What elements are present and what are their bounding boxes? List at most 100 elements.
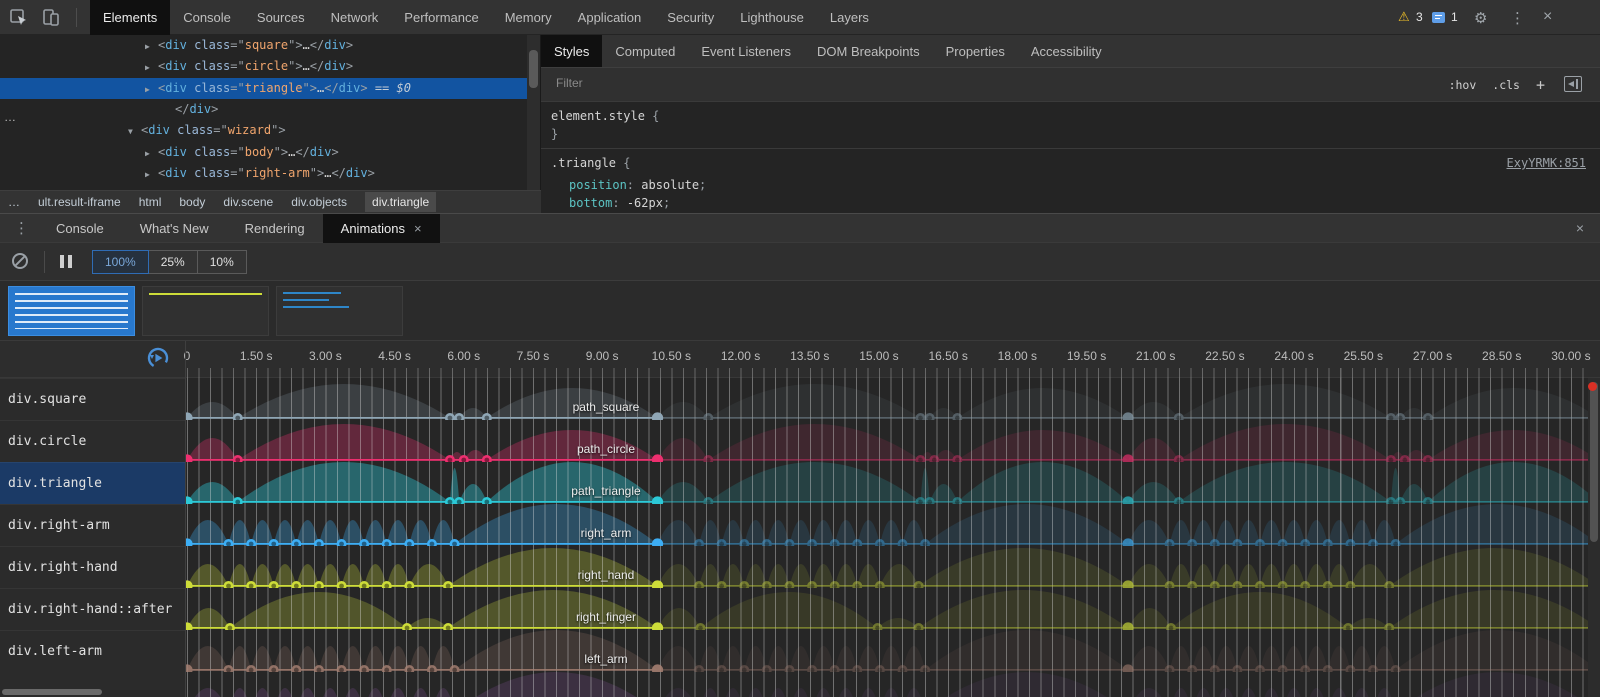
replay-button[interactable] bbox=[146, 346, 170, 370]
dom-tree-row[interactable]: </div> bbox=[0, 99, 527, 120]
rate-100-percent[interactable]: 100% bbox=[92, 250, 149, 274]
keyframe-row[interactable] bbox=[186, 588, 1588, 630]
ruler-tick-label: 3.00 s bbox=[309, 349, 342, 363]
animation-group-preview[interactable] bbox=[8, 286, 135, 336]
timeline-vertical-scrollbar[interactable] bbox=[1588, 378, 1600, 697]
animation-node-div-right-hand[interactable]: div.right-hand bbox=[0, 546, 185, 588]
animation-node-div-square[interactable]: div.square bbox=[0, 378, 185, 420]
keyframe-row[interactable] bbox=[186, 546, 1588, 588]
breadcrumb-item[interactable]: ult.result-iframe bbox=[38, 195, 121, 209]
breadcrumb-item[interactable]: … bbox=[8, 195, 20, 209]
sidebar-collapse-icon[interactable] bbox=[1564, 76, 1582, 92]
close-devtools-icon[interactable]: × bbox=[1543, 8, 1552, 26]
expand-arrow-icon[interactable]: ▶ bbox=[145, 79, 158, 100]
drawer-tab-rendering[interactable]: Rendering bbox=[227, 214, 323, 243]
tab-accessibility[interactable]: Accessibility bbox=[1018, 35, 1115, 67]
dom-overflow-dots[interactable]: … bbox=[4, 110, 17, 124]
breadcrumb-item[interactable]: div.objects bbox=[291, 195, 347, 209]
hov-toggle[interactable]: :hov bbox=[1449, 78, 1477, 92]
tab-security[interactable]: Security bbox=[654, 0, 727, 35]
elements-scrollbar[interactable] bbox=[527, 35, 541, 190]
tab-layers[interactable]: Layers bbox=[817, 0, 882, 35]
css-code-line[interactable]: bottom: -62px; bbox=[541, 194, 1600, 212]
breadcrumb-item[interactable]: body bbox=[179, 195, 205, 209]
drawer-tab-what-s-new[interactable]: What's New bbox=[122, 214, 227, 243]
styles-filter-input[interactable]: Filter bbox=[556, 76, 583, 90]
tab-properties[interactable]: Properties bbox=[933, 35, 1018, 67]
dom-tree-row[interactable]: ▼<div class="wizard"> bbox=[0, 120, 527, 141]
tab-elements[interactable]: Elements bbox=[90, 0, 170, 35]
tab-console[interactable]: Console bbox=[170, 0, 244, 35]
keyframe-row[interactable] bbox=[186, 378, 1588, 420]
tab-styles[interactable]: Styles bbox=[541, 35, 602, 67]
expand-arrow-icon[interactable]: ▶ bbox=[145, 57, 158, 78]
rate-10-percent[interactable]: 10% bbox=[197, 250, 247, 274]
stylesheet-source-link[interactable]: ExyYRMK:851 bbox=[1507, 154, 1586, 172]
warning-count[interactable]: 3 bbox=[1416, 10, 1423, 24]
settings-gear-icon[interactable]: ⚙ bbox=[1474, 9, 1487, 27]
css-code-line[interactable]: position: absolute; bbox=[541, 176, 1600, 194]
dom-tree-row[interactable]: ▶<div class="circle">…</div> bbox=[0, 56, 527, 77]
dom-token: "> bbox=[310, 166, 324, 180]
drawer-tab-animations[interactable]: Animations× bbox=[323, 214, 440, 243]
keyframe-row[interactable] bbox=[186, 630, 1588, 672]
expand-arrow-icon[interactable]: ▶ bbox=[145, 143, 158, 164]
new-style-rule-button[interactable]: + bbox=[1536, 76, 1545, 94]
dom-tree-row[interactable]: ▶<div class="right-arm">…</div> bbox=[0, 163, 527, 184]
tab-memory[interactable]: Memory bbox=[492, 0, 565, 35]
animation-node-div-right-hand--after[interactable]: div.right-hand::after bbox=[0, 588, 185, 630]
keyframe-row[interactable] bbox=[186, 462, 1588, 504]
css-code-line[interactable]: } bbox=[541, 125, 1600, 143]
breadcrumb-item[interactable]: html bbox=[139, 195, 162, 209]
timeline-horizontal-scrollbar[interactable] bbox=[2, 689, 102, 695]
dom-tree-row[interactable]: ▶<div class="triangle">…</div> == $0 bbox=[0, 78, 527, 99]
dom-tree-row[interactable]: ▶<div class="square">…</div> bbox=[0, 35, 527, 56]
animation-node-div-left-arm[interactable]: div.left-arm bbox=[0, 630, 185, 672]
animation-node-div-right-arm[interactable]: div.right-arm bbox=[0, 504, 185, 546]
dom-tree-row[interactable]: ▶<div class="body">…</div> bbox=[0, 142, 527, 163]
message-icon[interactable] bbox=[1432, 12, 1445, 23]
clear-all-icon[interactable] bbox=[12, 253, 28, 269]
expand-arrow-icon[interactable]: ▼ bbox=[128, 121, 141, 142]
css-code-line[interactable]: .triangle {ExyYRMK:851 bbox=[541, 148, 1600, 176]
tab-dom-breakpoints[interactable]: DOM Breakpoints bbox=[804, 35, 933, 67]
keyframe-row[interactable] bbox=[186, 672, 1588, 697]
pause-all-icon[interactable] bbox=[60, 255, 72, 268]
animation-node-div-triangle[interactable]: div.triangle bbox=[0, 462, 185, 504]
warning-icon[interactable]: ⚠ bbox=[1398, 9, 1410, 25]
rate-25-percent[interactable]: 25% bbox=[148, 250, 198, 274]
tab-network[interactable]: Network bbox=[318, 0, 392, 35]
tab-lighthouse[interactable]: Lighthouse bbox=[727, 0, 817, 35]
cls-toggle[interactable]: .cls bbox=[1492, 78, 1520, 92]
tab-close-icon[interactable]: × bbox=[414, 214, 422, 243]
breadcrumb-item[interactable]: div.scene bbox=[223, 195, 273, 209]
elements-scrollbar-thumb[interactable] bbox=[529, 50, 538, 88]
keyframe-row[interactable] bbox=[186, 420, 1588, 462]
keyframe-row[interactable] bbox=[186, 504, 1588, 546]
inspect-icon[interactable] bbox=[10, 9, 28, 27]
css-code-line[interactable]: element.style { bbox=[541, 107, 1600, 125]
expand-arrow-icon[interactable]: ▶ bbox=[145, 36, 158, 57]
animation-group-preview[interactable] bbox=[142, 286, 269, 336]
tab-application[interactable]: Application bbox=[565, 0, 655, 35]
ruler-tick-label: 22.50 s bbox=[1205, 349, 1244, 363]
tab-event-listeners[interactable]: Event Listeners bbox=[688, 35, 804, 67]
scrollbar-thumb[interactable] bbox=[1590, 382, 1598, 542]
message-count[interactable]: 1 bbox=[1451, 10, 1458, 24]
sidebar-divider bbox=[185, 378, 186, 697]
tab-sources[interactable]: Sources bbox=[244, 0, 318, 35]
drawer-kebab-icon[interactable]: ⋮ bbox=[14, 219, 29, 237]
expand-arrow-icon[interactable]: ▶ bbox=[145, 164, 158, 185]
dom-token: </ bbox=[310, 38, 324, 52]
device-toolbar-icon[interactable] bbox=[42, 8, 60, 27]
kebab-menu-icon[interactable]: ⋮ bbox=[1510, 9, 1525, 27]
breadcrumb-item[interactable]: div.triangle bbox=[365, 192, 436, 212]
drawer-tab-console[interactable]: Console bbox=[38, 214, 122, 243]
preview-line bbox=[283, 299, 329, 301]
animation-group-preview[interactable] bbox=[276, 286, 403, 336]
tab-performance[interactable]: Performance bbox=[391, 0, 491, 35]
css-token: { bbox=[645, 109, 659, 123]
tab-computed[interactable]: Computed bbox=[602, 35, 688, 67]
drawer-close-icon[interactable]: × bbox=[1576, 220, 1584, 236]
animation-node-div-circle[interactable]: div.circle bbox=[0, 420, 185, 462]
